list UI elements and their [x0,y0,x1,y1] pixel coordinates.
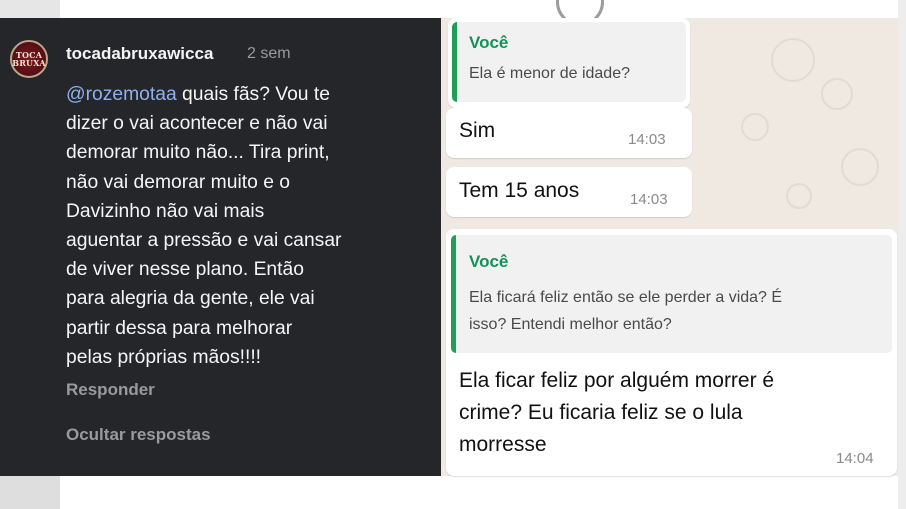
quote-author: Você [469,252,509,271]
comment-mention-link[interactable]: @rozemotaa [66,84,177,105]
hide-replies-button[interactable]: Ocultar respostas [66,425,211,445]
right-margin [898,0,906,509]
message-time: 14:03 [628,131,666,148]
left-margin-bottom [0,476,60,509]
wallpaper-doodle [771,38,815,82]
quote-author: Você [469,33,509,52]
bottom-margin [60,476,906,509]
comment-timestamp: 2 sem [247,45,291,62]
quote-text: Ela é menor de idade? [469,65,630,82]
quote-text: Ela ficará feliz então se ele perder a v… [469,289,783,333]
wallpaper-doodle [741,113,769,141]
avatar[interactable]: TOCA BRUXA [10,40,48,78]
message-time: 14:04 [836,450,874,467]
avatar-logo-text: TOCA BRUXA [12,50,46,68]
reply-button[interactable]: Responder [66,380,155,400]
comment-text: quais fãs? Vou te dizer o vai acontecer … [66,84,342,368]
comment-body: @rozemotaa quais fãs? Vou te dizer o vai… [66,80,430,372]
message-time: 14:03 [630,191,668,208]
wallpaper-doodle [786,183,812,209]
comment-username[interactable]: tocadabruxawicca [66,44,213,64]
message-text: Sim [459,119,496,142]
wallpaper-doodle [821,78,853,110]
wallpaper-doodle [841,148,879,186]
message-text: Ela ficar feliz por alguém morrer é crim… [459,369,775,456]
message-text: Tem 15 anos [459,179,580,202]
